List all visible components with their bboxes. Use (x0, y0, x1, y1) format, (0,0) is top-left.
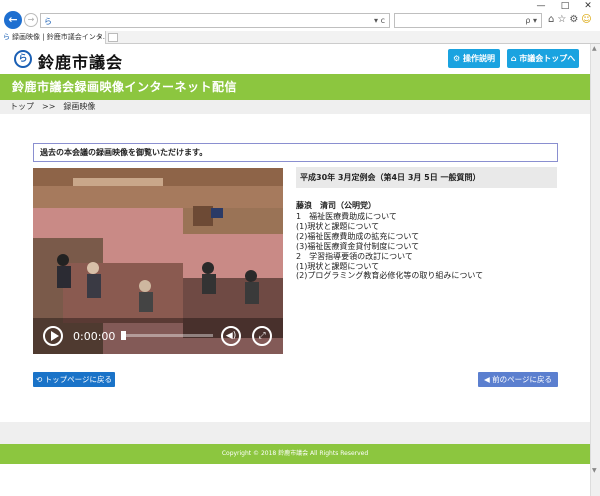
play-icon[interactable] (43, 326, 63, 346)
breadcrumb: トップ >> 録画映像 (0, 100, 590, 114)
agenda-item: (2)福祉医療費助成の拡充について (296, 231, 420, 241)
browser-navbar: ← → ら ▾ c ρ ▾ ⌂☆⚙☺ (0, 9, 600, 31)
agenda-item: 1 福祉医療費助成について (296, 212, 397, 221)
address-bar[interactable]: ら ▾ c (40, 13, 390, 28)
agenda-item: (2)プログラミング教育必修化等の取り組みについて (296, 271, 484, 281)
breadcrumb-separator: >> (42, 102, 56, 111)
browser-tab[interactable]: ら録画映像 | 鈴鹿市議会インタ... × (0, 31, 106, 44)
video-progress-bar[interactable] (121, 331, 213, 340)
agenda-item: (1)現状と課題について (296, 221, 380, 231)
tab-title: 録画映像 | 鈴鹿市議会インタ... (12, 33, 106, 41)
page-scrollbar[interactable]: ▲ ▼ (590, 44, 600, 496)
notice-box: 過去の本会議の録画映像を御覧いただけます。 (33, 143, 558, 162)
scroll-up-icon[interactable]: ▲ (592, 45, 597, 52)
help-button[interactable]: ⚙ 操作説明 (448, 49, 500, 68)
scroll-down-icon[interactable]: ▼ (592, 467, 597, 474)
agenda-item: (1)現状と課題について (296, 261, 380, 271)
breadcrumb-current: 録画映像 (63, 102, 96, 111)
site-name[interactable]: 鈴鹿市議会 (38, 49, 123, 73)
agenda-list: 1 福祉医療費助成について (1)現状と課題について (2)福祉医療費助成の拡充… (296, 212, 483, 281)
video-controls: 0:00:00 ◀) ⤢ (33, 318, 283, 354)
fullscreen-icon[interactable]: ⤢ (252, 326, 272, 346)
back-to-top-button[interactable]: ⟲ トップページに戻る (33, 372, 115, 387)
tab-close-icon[interactable]: × (97, 31, 103, 43)
previous-page-button[interactable]: ◀ 前のページに戻る (478, 372, 558, 387)
progress-knob[interactable] (121, 331, 126, 340)
status-bar (0, 478, 590, 496)
browser-tool-icons[interactable]: ⌂☆⚙☺ (548, 14, 595, 25)
footer-copyright: Copyright © 2018 鈴鹿市議会 All Rights Reserv… (0, 444, 590, 464)
agenda-item: 2 学習指導要領の改訂について (296, 251, 413, 261)
tab-bar: ら録画映像 | 鈴鹿市議会インタ... × (0, 31, 600, 44)
new-tab-button[interactable] (108, 33, 118, 42)
video-time: 0:00:00 (73, 330, 116, 343)
search-icon[interactable]: ρ ▾ (525, 16, 537, 25)
video-player[interactable]: 0:00:00 ◀) ⤢ (33, 168, 283, 354)
site-favicon-icon: ら (44, 17, 52, 26)
search-box[interactable]: ρ ▾ (394, 13, 542, 28)
council-top-button[interactable]: ⌂ 市議会トップへ (507, 49, 579, 68)
agenda-item: (3)福祉医療資金貸付制度について (296, 241, 420, 251)
suzuka-logo-icon[interactable]: ら (14, 50, 32, 68)
footer-spacer (0, 422, 590, 444)
forward-button[interactable]: → (24, 13, 38, 27)
meeting-title: 平成30年 3月定例会（第4日 3月 5日 一般質問） (296, 167, 557, 188)
feedback-smiley-icon[interactable]: ☺ (581, 14, 594, 25)
back-button[interactable]: ← (4, 11, 22, 29)
address-controls[interactable]: ▾ c (374, 16, 385, 25)
tab-favicon-icon: ら (3, 33, 10, 41)
page-banner: 鈴鹿市議会録画映像インターネット配信 (0, 74, 590, 100)
site-header: ら 鈴鹿市議会 ⚙ 操作説明 ⌂ 市議会トップへ (0, 44, 590, 74)
volume-icon[interactable]: ◀) (221, 326, 241, 346)
home-star-gear-icon[interactable]: ⌂☆⚙ (548, 14, 581, 25)
breadcrumb-home-link[interactable]: トップ (10, 102, 34, 111)
speaker-name: 藤浪 清司（公明党） (296, 201, 376, 210)
